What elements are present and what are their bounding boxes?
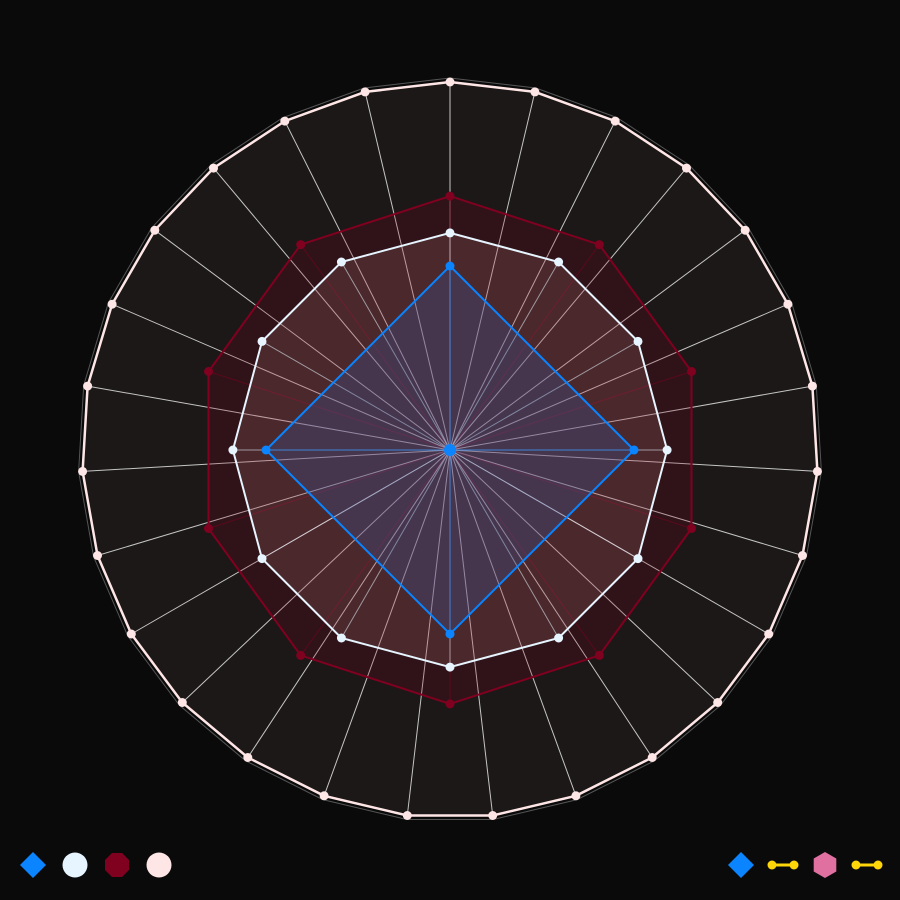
series-2-point xyxy=(228,445,238,455)
center-point xyxy=(444,444,456,456)
series-2-point xyxy=(445,662,455,672)
series-1-point xyxy=(687,524,696,533)
series-0-point xyxy=(83,381,93,391)
series-0-point xyxy=(610,116,620,126)
series-2-point xyxy=(633,554,643,564)
series-0-point xyxy=(177,698,187,707)
series-0-point xyxy=(740,225,750,235)
legend-left-circle-icon xyxy=(146,852,172,878)
series-0-point xyxy=(764,629,774,639)
series-1-point xyxy=(687,367,696,376)
series-3-point xyxy=(261,445,271,455)
series-0-point xyxy=(280,116,290,126)
series-0-point xyxy=(402,811,412,820)
series-0-point xyxy=(243,753,253,762)
series-0-point xyxy=(530,87,540,97)
series-1-point xyxy=(445,699,455,709)
legend-dot xyxy=(767,860,777,870)
series-0-point xyxy=(807,381,817,391)
legend-left-circle-icon xyxy=(62,852,88,878)
series-2-point xyxy=(633,336,643,346)
series-0-point xyxy=(78,466,88,476)
series-0-point xyxy=(682,163,691,173)
series-0-point xyxy=(360,87,370,97)
series-2-point xyxy=(445,228,455,238)
series-3-point xyxy=(629,445,639,455)
series-0-point xyxy=(812,466,822,476)
series-0-point xyxy=(488,811,498,820)
series-0-point xyxy=(445,77,455,87)
series-2-point xyxy=(554,257,564,267)
series-2-point xyxy=(336,257,346,267)
series-1-point xyxy=(445,191,455,201)
series-0-point xyxy=(647,753,657,762)
series-0-point xyxy=(319,791,329,801)
series-1-point xyxy=(296,650,306,660)
series-0-point xyxy=(126,629,136,639)
series-0-point xyxy=(798,551,807,560)
series-0-point xyxy=(93,551,102,560)
series-3-point xyxy=(445,261,455,271)
series-2-point xyxy=(257,554,267,564)
series-0-point xyxy=(571,791,581,801)
series-0-point xyxy=(713,698,723,707)
radar-chart xyxy=(0,0,900,900)
series-2-point xyxy=(554,633,564,643)
series-1-point xyxy=(204,524,213,533)
series-3-point xyxy=(445,629,455,639)
legend-left-octagon-icon xyxy=(105,853,129,877)
series-0-point xyxy=(107,299,117,309)
legend-dot xyxy=(851,860,861,870)
series-1-point xyxy=(204,367,213,376)
legend-dot xyxy=(873,860,883,870)
series-2-point xyxy=(336,633,346,643)
legend-dot xyxy=(789,860,799,870)
series-0-point xyxy=(150,225,160,235)
series-2-point xyxy=(257,336,267,346)
series-0-point xyxy=(209,163,218,173)
series-1-point xyxy=(594,240,604,250)
series-2-point xyxy=(662,445,672,455)
series-1-point xyxy=(296,240,306,250)
series-1-point xyxy=(594,650,604,660)
series-0-point xyxy=(783,299,793,309)
